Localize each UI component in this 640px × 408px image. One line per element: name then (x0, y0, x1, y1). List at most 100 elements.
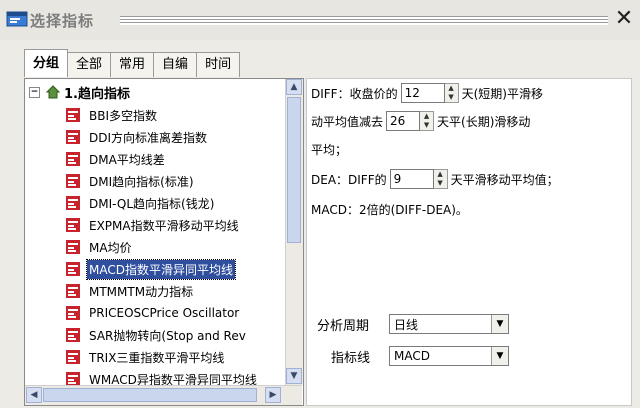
select-indicator-dialog: 选择指标 ✕ 分组 全部 常用 自编 时间 − 1.趋向指标 BBI多空指数 D… (0, 0, 640, 408)
tree-item-label: DMI趋向指标(标准) (89, 174, 194, 189)
diff-short-stepper[interactable]: 12 ▲ ▼ (400, 83, 459, 103)
indicator-icon (66, 306, 80, 320)
scroll-down-icon[interactable]: ▼ (286, 368, 302, 384)
tree-item[interactable]: DDI方向标准离差指数 (65, 127, 209, 147)
tree-item[interactable]: SAR抛物转向(Stop and Rev (65, 325, 248, 345)
tree-item[interactable]: TRIX三重指数平滑平均线 (65, 347, 226, 367)
chevron-down-icon[interactable]: ▼ (491, 347, 508, 365)
tree-item-label: PRICEOSCPrice Oscillator (89, 306, 240, 320)
period-row: 分析周期 日线 ▼ (317, 313, 509, 335)
indicator-icon (66, 284, 80, 298)
tree-vertical-scrollbar[interactable]: ▲ ▼ (285, 79, 303, 385)
tree-item[interactable]: MTMMTM动力指标 (65, 281, 195, 301)
chevron-down-icon[interactable]: ▼ (491, 315, 508, 333)
indicator-icon (66, 130, 80, 144)
indicator-line-select-value: MACD (394, 349, 430, 363)
tree-item[interactable]: BBI多空指数 (65, 105, 159, 125)
tree-item-label: MTMMTM动力指标 (89, 284, 194, 299)
tree-item-label: EXPMA指数平滑移动平均线 (89, 218, 239, 233)
tab-all[interactable]: 全部 (67, 52, 112, 77)
tab-bar: 分组 全部 常用 自编 时间 (24, 49, 241, 78)
diff-long-row: 动平均值减去 26 ▲ ▼ 天平(长期)滑移动 (311, 109, 530, 133)
vertical-scroll-thumb[interactable] (287, 97, 301, 243)
period-select[interactable]: 日线 ▼ (389, 314, 509, 334)
stepper-up-icon[interactable]: ▲ (445, 84, 458, 93)
tab-common[interactable]: 常用 (110, 52, 155, 77)
stepper-down-icon[interactable]: ▼ (445, 93, 458, 102)
tree-group-label: 1.趋向指标 (64, 86, 130, 102)
diff-short-input[interactable]: 12 (400, 83, 445, 103)
dea-prefix-text: DEA：DIFF的 (311, 172, 387, 187)
indicator-icon (66, 350, 80, 364)
diff-prefix-text: DIFF：收盘价的 (311, 86, 398, 101)
tree-item-label: MACD指数平滑异同平均线 (86, 258, 236, 280)
tree-item[interactable]: DMI-QL趋向指标(钱龙) (65, 193, 216, 213)
tree-horizontal-scrollbar[interactable]: ◀ ▶ (25, 385, 302, 405)
indicator-icon (66, 328, 80, 342)
dea-input[interactable]: 9 (389, 169, 434, 189)
tab-time[interactable]: 时间 (196, 52, 241, 77)
macd-formula-text: MACD：2倍的(DIFF-DEA)。 (311, 202, 468, 217)
diff-line3-text: 平均； (311, 142, 348, 157)
app-window-icon (6, 11, 28, 27)
tab-group[interactable]: 分组 (24, 49, 69, 77)
indicator-icon (66, 262, 80, 276)
indicator-line-row: 指标线 MACD ▼ (331, 345, 509, 367)
tree-group-trend[interactable]: − 1.趋向指标 (29, 83, 130, 102)
indicator-line-label: 指标线 (331, 350, 371, 366)
diff-long-stepper[interactable]: 26 ▲ ▼ (386, 111, 435, 131)
tree-item-label: BBI多空指数 (89, 108, 158, 123)
tab-custom[interactable]: 自编 (153, 52, 198, 77)
stepper-down-icon[interactable]: ▼ (420, 121, 433, 130)
diff-line2-text: 动平均值减去 (311, 114, 384, 129)
tree-item[interactable]: DMA平均线差 (65, 149, 167, 169)
close-icon[interactable]: ✕ (612, 8, 636, 32)
tree-item-label: DDI方向标准离差指数 (89, 130, 208, 145)
macd-row: MACD：2倍的(DIFF-DEA)。 (311, 197, 468, 221)
home-icon (46, 85, 60, 99)
tree-item-label: DMA平均线差 (89, 152, 165, 167)
stepper-buttons[interactable]: ▲ ▼ (444, 83, 459, 103)
indicator-icon (66, 196, 80, 210)
tree-item-selected[interactable]: MACD指数平滑异同平均线 (65, 258, 236, 280)
indicator-icon (66, 174, 80, 188)
tree-item-label: WMACD异指数平滑异同平均线 (89, 372, 257, 386)
diff-short-row: DIFF：收盘价的 12 ▲ ▼ 天(短期)平滑移 (311, 81, 543, 105)
horizontal-scroll-thumb[interactable] (43, 388, 257, 402)
period-label: 分析周期 (317, 318, 370, 334)
dea-row: DEA：DIFF的 9 ▲ ▼ 天平滑移动平均值； (311, 167, 559, 191)
tree-item-label: SAR抛物转向(Stop and Rev (89, 328, 246, 343)
period-select-value: 日线 (394, 317, 419, 332)
stepper-down-icon[interactable]: ▼ (434, 179, 447, 188)
indicator-icon (66, 218, 80, 232)
dea-stepper[interactable]: 9 ▲ ▼ (389, 169, 448, 189)
stepper-buttons[interactable]: ▲ ▼ (420, 111, 435, 131)
indicator-icon (66, 152, 80, 166)
title-bar[interactable]: 选择指标 ✕ (0, 0, 640, 40)
diff-short-suffix-text: 天(短期)平滑移 (461, 86, 543, 101)
scroll-right-icon[interactable]: ▶ (265, 387, 281, 403)
tree-item[interactable]: PRICEOSCPrice Oscillator (65, 303, 241, 323)
tree-item[interactable]: EXPMA指数平滑移动平均线 (65, 215, 241, 235)
indicator-icon (66, 240, 80, 254)
title-grip (120, 16, 608, 25)
scroll-left-icon[interactable]: ◀ (26, 387, 42, 403)
tree-list: − 1.趋向指标 BBI多空指数 DDI方向标准离差指数 DMA平均线差 DMI… (25, 79, 285, 385)
stepper-up-icon[interactable]: ▲ (434, 170, 447, 179)
diff-long-input[interactable]: 26 (386, 111, 421, 131)
diff-line3-row: 平均； (311, 137, 347, 161)
tree-item[interactable]: WMACD异指数平滑异同平均线 (65, 369, 259, 385)
indicator-line-select[interactable]: MACD ▼ (389, 346, 509, 366)
indicator-params-panel: DIFF：收盘价的 12 ▲ ▼ 天(短期)平滑移 动平均值减去 26 ▲ ▼ 天平… (306, 78, 632, 406)
indicator-tree: − 1.趋向指标 BBI多空指数 DDI方向标准离差指数 DMA平均线差 DMI… (24, 78, 304, 406)
window-title: 选择指标 (30, 12, 95, 30)
stepper-up-icon[interactable]: ▲ (420, 112, 433, 121)
tree-item-label: TRIX三重指数平滑平均线 (89, 350, 225, 365)
indicator-icon (66, 108, 80, 122)
tree-item[interactable]: MA均价 (65, 237, 134, 257)
dea-suffix-text: 天平滑移动平均值； (450, 172, 559, 187)
scroll-up-icon[interactable]: ▲ (286, 79, 302, 95)
stepper-buttons[interactable]: ▲ ▼ (433, 169, 448, 189)
collapse-icon[interactable]: − (29, 86, 40, 98)
tree-item[interactable]: DMI趋向指标(标准) (65, 171, 196, 191)
